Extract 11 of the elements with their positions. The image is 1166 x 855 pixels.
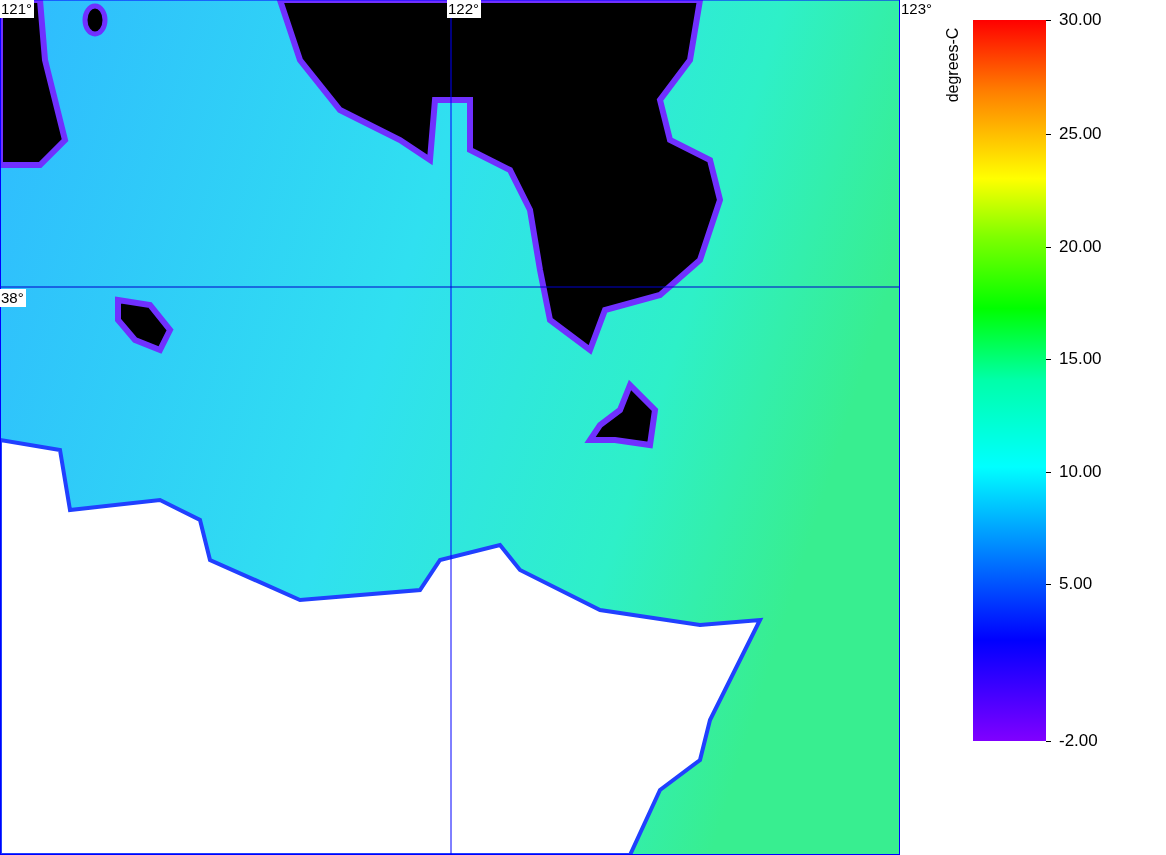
colorbar-tick-label: 15.00 xyxy=(1059,349,1102,369)
longitude-label: 121° xyxy=(0,0,35,18)
colorbar-title: degrees-C xyxy=(944,27,963,103)
longitude-label: 122° xyxy=(447,0,482,18)
colorbar-tick-label: 5.00 xyxy=(1059,574,1093,594)
latitude-label: 38° xyxy=(0,289,26,307)
colorbar-tick-label: 30.00 xyxy=(1059,10,1102,30)
colorbar-tick-label: -2.00 xyxy=(1059,731,1098,751)
colorbar-tick-label: 20.00 xyxy=(1059,237,1102,257)
colorbar-tick-label: 10.00 xyxy=(1059,462,1102,482)
colorbar-tick-label: 25.00 xyxy=(1059,124,1102,144)
